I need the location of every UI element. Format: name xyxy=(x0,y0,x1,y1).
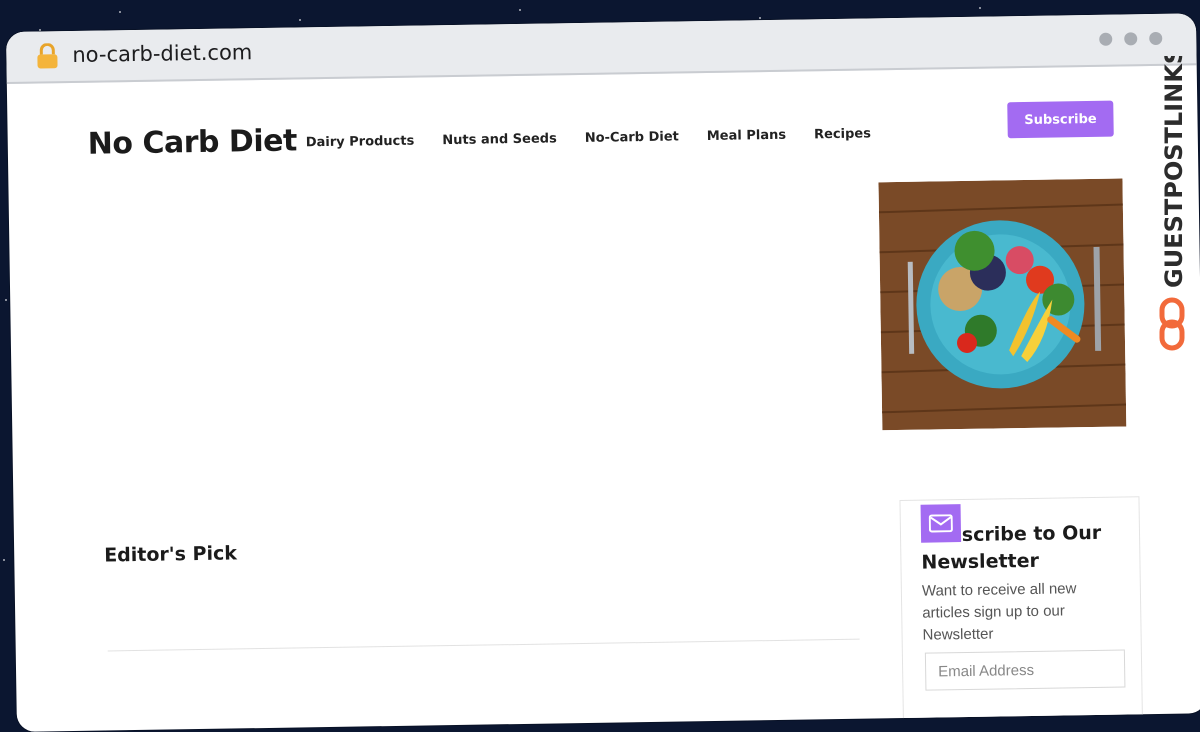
site-logo[interactable]: No Carb Diet xyxy=(87,123,297,161)
nav-item-nuts-and-seeds[interactable]: Nuts and Seeds xyxy=(442,131,557,148)
window-dot[interactable] xyxy=(1149,31,1163,46)
nav-item-recipes[interactable]: Recipes xyxy=(814,126,871,142)
url-text[interactable]: no-carb-diet.com xyxy=(72,40,252,67)
window-dot[interactable] xyxy=(1124,32,1138,46)
nav-item-meal-plans[interactable]: Meal Plans xyxy=(707,128,786,144)
nav-item-no-carb-diet[interactable]: No-Carb Diet xyxy=(585,129,679,145)
link-icon xyxy=(1159,297,1185,351)
guestpostlinks-watermark: GUESTPOSTLINKS xyxy=(1159,56,1188,351)
watermark-text: GUESTPOSTLINKS xyxy=(1160,56,1188,288)
lock-icon xyxy=(37,43,58,69)
browser-window: no-carb-diet.com No Carb Diet Dairy Prod… xyxy=(6,13,1200,732)
window-controls xyxy=(1099,31,1163,46)
subscribe-button[interactable]: Subscribe xyxy=(1007,100,1114,139)
email-field[interactable]: Email Address xyxy=(924,649,1126,691)
nav-item-dairy-products[interactable]: Dairy Products xyxy=(306,134,415,151)
editors-pick-heading: Editor's Pick xyxy=(104,542,238,567)
newsletter-box: Subscribe to Our Newsletter Want to rece… xyxy=(899,496,1144,732)
food-plate-image xyxy=(878,178,1127,431)
newsletter-description: Want to receive all new articles sign up… xyxy=(921,580,1077,644)
main-nav: Dairy Products Nuts and Seeds No-Carb Di… xyxy=(306,126,871,150)
divider xyxy=(107,638,860,652)
page-content: No Carb Diet Dairy Products Nuts and See… xyxy=(7,65,1200,732)
mail-icon xyxy=(920,504,962,543)
window-dot[interactable] xyxy=(1099,32,1113,46)
